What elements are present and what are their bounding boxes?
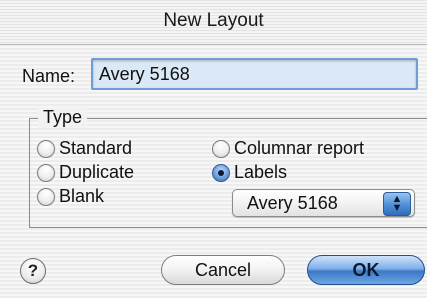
radio-columnar-report-label: Columnar report [234,138,365,158]
help-button[interactable]: ? [20,258,46,284]
radio-duplicate[interactable]: Duplicate [37,162,134,183]
ok-button[interactable]: OK [307,255,425,285]
up-down-arrows-icon: ▲ ▼ [383,192,411,216]
radio-icon [212,139,230,158]
radio-selected-icon [212,163,230,182]
name-label: Name: [22,66,76,86]
radio-blank[interactable]: Blank [37,186,104,207]
radio-labels-label: Labels [234,162,288,182]
window-title: New Layout [163,10,264,31]
label-type-popup[interactable]: Avery 5168 ▲ ▼ [232,189,415,217]
radio-duplicate-label: Duplicate [59,162,135,182]
cancel-button[interactable]: Cancel [161,255,285,285]
radio-standard-label: Standard [59,138,133,158]
radio-blank-label: Blank [59,186,105,206]
radio-standard[interactable]: Standard [37,138,132,159]
radio-icon [37,163,55,182]
radio-icon [37,187,55,206]
radio-labels[interactable]: Labels [212,162,287,183]
name-input[interactable] [91,58,418,90]
label-type-popup-value: Avery 5168 [247,193,338,213]
radio-icon [37,139,55,158]
radio-columnar-report[interactable]: Columnar report [212,138,364,159]
title-bar: New Layout [0,0,427,45]
type-group-legend: Type [38,107,88,128]
